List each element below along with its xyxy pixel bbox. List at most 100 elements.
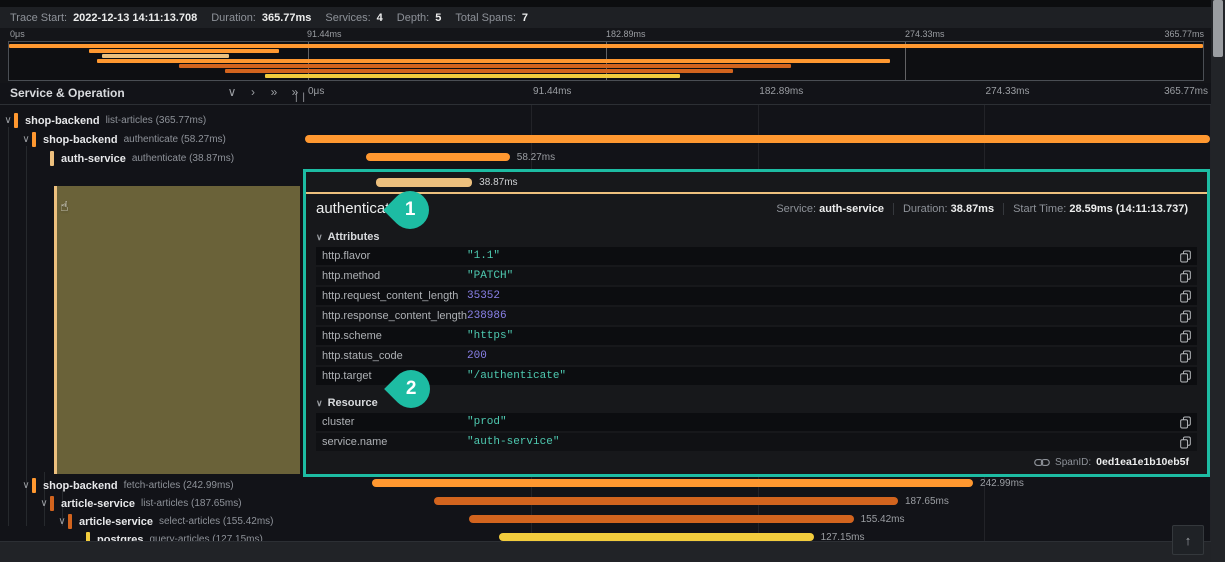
attribute-row: http.status_code 200	[316, 347, 1197, 365]
scrollbar-thumb[interactable]	[1213, 0, 1223, 57]
service-color-bar	[32, 132, 36, 147]
service-color-bar	[68, 514, 72, 529]
timeline-tick: 0μs	[308, 86, 325, 97]
duration-label: Duration:	[211, 11, 256, 24]
chevron-down-icon: ∨	[316, 397, 323, 408]
copy-icon[interactable]	[1180, 370, 1191, 383]
span-duration-label: 155.42ms	[860, 514, 905, 525]
minimap-range-selector[interactable]	[8, 41, 1204, 81]
span-bar-auth-authenticate[interactable]	[376, 178, 473, 187]
attribute-value: "https"	[467, 330, 514, 342]
attribute-key: http.response_content_length	[322, 310, 467, 322]
service-name: auth-service	[61, 152, 126, 165]
minimap-tick: 182.89ms	[606, 29, 646, 39]
service-color-bar	[50, 151, 54, 166]
attribute-key: http.status_code	[322, 350, 403, 362]
operation-name: list-articles (187.65ms)	[141, 498, 242, 509]
trace-start-value: 2022-12-13 14:11:13.708	[73, 11, 198, 24]
bottom-strip	[0, 541, 1211, 562]
copy-icon[interactable]	[1180, 290, 1191, 303]
span-id-row[interactable]: SpanID: 0ed1ea1e1b10eb5f	[316, 456, 1197, 468]
timeline-tick: 182.89ms	[759, 86, 804, 97]
chevron-down-icon[interactable]: ∨	[20, 480, 32, 491]
tree-row-authenticate[interactable]: ∨ shop-backend authenticate (58.27ms)	[0, 130, 300, 149]
chevron-down-icon[interactable]: ∨	[2, 115, 14, 126]
tree-row-list-articles[interactable]: ∨ shop-backend list-articles (365.77ms)	[0, 111, 300, 130]
chevron-down-icon[interactable]: ∨	[56, 516, 68, 527]
minimap-span-bar	[88, 49, 280, 53]
tree-row-auth-authenticate[interactable]: auth-service authenticate (38.87ms)	[0, 149, 300, 168]
service-name: article-service	[79, 515, 153, 528]
span-id-label: SpanID:	[1055, 456, 1092, 468]
span-bar-article-list[interactable]	[433, 497, 898, 505]
chevron-down-icon[interactable]: ∨	[38, 498, 50, 509]
resource-row: service.name "auth-service"	[316, 433, 1197, 451]
attribute-key: http.request_content_length	[322, 290, 459, 302]
attribute-row: http.target "/authenticate"	[316, 367, 1197, 385]
scroll-to-top-button[interactable]: ↑	[1172, 525, 1204, 555]
depth-label: Depth:	[396, 11, 430, 24]
copy-icon[interactable]	[1180, 310, 1191, 323]
span-bar-query-articles[interactable]	[498, 533, 814, 541]
operation-name: fetch-articles (242.99ms)	[123, 480, 234, 491]
minimap-tick: 274.33ms	[905, 29, 945, 39]
resource-row: cluster "prod"	[316, 413, 1197, 431]
attribute-key: http.scheme	[322, 330, 382, 342]
resource-value: "prod"	[467, 416, 507, 428]
tree-row-select-articles[interactable]: ∨ article-service select-articles (155.4…	[0, 512, 300, 531]
span-bar-fetch-articles[interactable]	[371, 479, 973, 487]
selected-span-highlight[interactable]: ☝	[54, 186, 300, 474]
collapse-one-icon[interactable]: ∨	[226, 85, 238, 99]
duration-value: 38.87ms	[950, 202, 995, 215]
minimap-tick: 0μs	[10, 29, 25, 39]
span-detail-meta: Service: auth-service Duration: 38.87ms …	[767, 202, 1197, 215]
tree-row-fetch-articles[interactable]: ∨ shop-backend fetch-articles (242.99ms)	[0, 476, 300, 495]
trace-viewer: Trace Start: 2022-12-13 14:11:13.708 Dur…	[0, 0, 1225, 562]
timeline-ticks: 0μs 91.44ms 182.89ms 274.33ms 365.77ms	[305, 86, 1210, 100]
copy-icon[interactable]	[1180, 250, 1191, 263]
copy-icon[interactable]	[1180, 436, 1191, 449]
timeline-tick: 365.77ms	[1164, 86, 1208, 97]
span-duration-label: 187.65ms	[904, 496, 949, 507]
gantt-area: 58.27ms 242.99ms 187.65ms 155.42ms 127.1…	[303, 105, 1210, 555]
attribute-value: "PATCH"	[467, 270, 514, 282]
minimap-span-bar	[97, 59, 891, 63]
tree-guide	[8, 127, 9, 526]
start-time-label: Start Time:	[1013, 202, 1067, 215]
service-name: shop-backend	[25, 114, 100, 127]
span-duration-label: 58.27ms	[516, 152, 556, 163]
vertical-scrollbar	[1211, 0, 1225, 562]
resource-key: cluster	[322, 416, 355, 428]
service-color-bar	[32, 478, 36, 493]
copy-icon[interactable]	[1180, 270, 1191, 283]
service-name: shop-backend	[43, 133, 118, 146]
expand-one-icon[interactable]: ›	[247, 85, 259, 99]
tree-guide	[26, 146, 27, 526]
span-tree: ☝ ∨ shop-backend list-articles (365.77ms…	[0, 105, 300, 547]
resource-title: Resource	[327, 397, 378, 409]
collapse-all-icon[interactable]: »	[271, 85, 278, 99]
trace-summary-bar: Trace Start: 2022-12-13 14:11:13.708 Dur…	[0, 7, 1211, 28]
trace-start-label: Trace Start:	[10, 11, 68, 24]
service-name: article-service	[61, 497, 135, 510]
chevron-down-icon[interactable]: ∨	[20, 134, 32, 145]
minimap-span-bar	[102, 54, 230, 58]
span-bar-list-articles[interactable]	[305, 135, 1210, 143]
span-bar-select-articles[interactable]	[469, 515, 854, 523]
minimap-tick: 91.44ms	[307, 29, 342, 39]
copy-icon[interactable]	[1180, 416, 1191, 429]
duration-value: 365.77ms	[261, 11, 312, 24]
copy-icon[interactable]	[1180, 330, 1191, 343]
attribute-row: http.flavor "1.1"	[316, 247, 1197, 265]
minimap-tick: 365.77ms	[1164, 29, 1204, 39]
trace-body: Service & Operation ∨ › » » | | 0μs 91.4…	[0, 83, 1211, 555]
service-value: auth-service	[819, 202, 884, 215]
attributes-section-toggle[interactable]: ∨ Attributes	[316, 229, 1197, 245]
resource-section-toggle[interactable]: ∨ Resource	[316, 395, 1197, 411]
span-bar-authenticate[interactable]	[365, 153, 510, 161]
window-top-strip	[0, 0, 1225, 7]
tree-row-article-list[interactable]: ∨ article-service list-articles (187.65m…	[0, 494, 300, 513]
attributes-title: Attributes	[327, 231, 380, 243]
copy-icon[interactable]	[1180, 350, 1191, 363]
services-value: 4	[376, 11, 383, 24]
